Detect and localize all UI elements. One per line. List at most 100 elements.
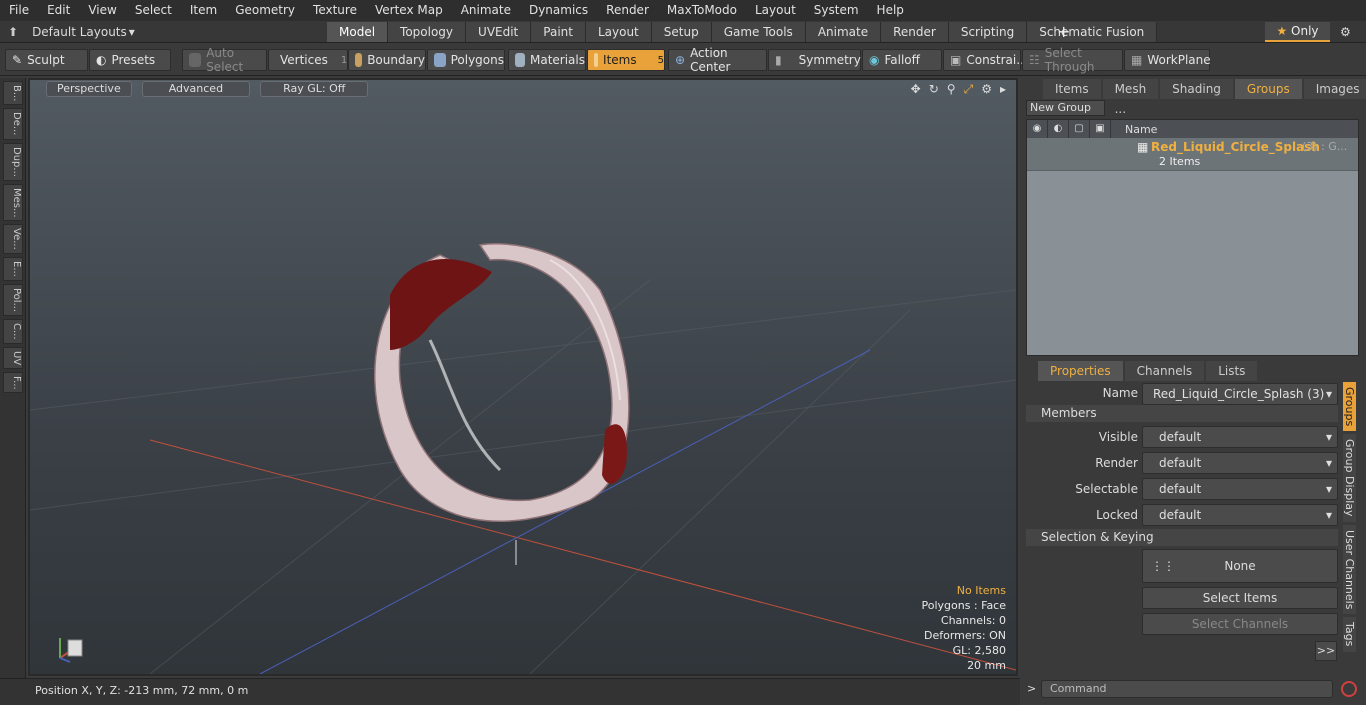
render-icon[interactable]: ◐ xyxy=(1048,120,1069,138)
left-tab-polygon[interactable]: Pol... xyxy=(3,283,23,316)
view-mode-button[interactable]: Perspective xyxy=(46,81,132,97)
menu-view[interactable]: View xyxy=(79,0,125,21)
tab-items[interactable]: Items xyxy=(1043,79,1101,99)
falloff-button[interactable]: ◉ Falloff xyxy=(862,49,942,71)
tab-model[interactable]: Model xyxy=(327,22,389,42)
selection-keying-section[interactable]: Selection & Keying xyxy=(1026,529,1338,546)
tab-setup[interactable]: Setup xyxy=(651,22,712,42)
menu-select[interactable]: Select xyxy=(126,0,181,21)
select-icon[interactable]: ▢ xyxy=(1069,120,1090,138)
left-tab-vertex[interactable]: Ve... xyxy=(3,224,23,255)
tab-game-tools[interactable]: Game Tools xyxy=(711,22,806,42)
left-tab-curve[interactable]: C... xyxy=(3,318,23,344)
menu-dynamics[interactable]: Dynamics xyxy=(520,0,597,21)
side-tab-group-display[interactable]: Group Display xyxy=(1343,434,1356,522)
menu-geometry[interactable]: Geometry xyxy=(226,0,304,21)
tab-mesh[interactable]: Mesh ... xyxy=(1102,79,1159,116)
left-tab-edge[interactable]: E... xyxy=(3,257,23,281)
name-field[interactable]: Red_Liquid_Circle_Splash (3) xyxy=(1142,383,1338,405)
menu-system[interactable]: System xyxy=(805,0,868,21)
add-tab-icon[interactable]: + xyxy=(1057,21,1070,43)
new-group-button[interactable]: New Group xyxy=(1026,100,1105,116)
fit-view-icon[interactable]: ⤢ xyxy=(964,82,974,97)
locked-select[interactable]: default xyxy=(1142,504,1338,526)
sculpt-button[interactable]: ✎ Sculpt xyxy=(5,49,88,71)
menu-maxtomodo[interactable]: MaxToModo xyxy=(658,0,746,21)
viewport-3d[interactable]: Perspective Advanced Ray GL: Off ✥ ↻ ⚲ ⤢… xyxy=(30,80,1016,674)
lock-icon[interactable]: ▣ xyxy=(1090,120,1111,138)
left-tab-basic[interactable]: B... xyxy=(3,81,23,106)
viewport-settings-icon[interactable]: ⚙ xyxy=(981,82,992,97)
move-view-icon[interactable]: ✥ xyxy=(911,82,921,97)
record-icon[interactable] xyxy=(1341,681,1357,697)
tab-schematic-fusion[interactable]: Schematic Fusion xyxy=(1027,22,1158,42)
left-tab-duplicate[interactable]: Dup... xyxy=(3,142,23,181)
only-toggle[interactable]: ★ Only xyxy=(1265,22,1330,42)
left-tab-deform[interactable]: De... xyxy=(3,108,23,140)
groups-list-header: ◉ ◐ ▢ ▣ Name xyxy=(1027,120,1358,138)
collapse-arrow-icon[interactable]: ⬆ xyxy=(8,25,18,39)
keying-none-button[interactable]: ⋮⋮ None xyxy=(1142,549,1338,583)
materials-button[interactable]: Materials xyxy=(508,49,586,71)
select-channels-button[interactable]: Select Channels xyxy=(1142,613,1338,635)
tab-channels[interactable]: Channels xyxy=(1124,361,1205,381)
side-tab-tags[interactable]: Tags xyxy=(1343,617,1356,652)
tab-topology[interactable]: Topology xyxy=(388,22,467,42)
members-section[interactable]: Members xyxy=(1026,405,1338,422)
select-items-button[interactable]: Select Items xyxy=(1142,587,1338,609)
group-row[interactable]: ▦ Red_Liquid_Circle_Splash (3) : G... 2 … xyxy=(1027,138,1358,171)
gear-icon[interactable]: ⚙ xyxy=(1340,22,1351,42)
raygl-button[interactable]: Ray GL: Off xyxy=(260,81,369,97)
left-tab-uv[interactable]: UV xyxy=(3,346,23,369)
items-button[interactable]: Items 5 xyxy=(587,49,665,71)
visible-label: Visible xyxy=(1098,430,1138,444)
boundary-button[interactable]: Boundary xyxy=(348,49,426,71)
tab-lists[interactable]: Lists xyxy=(1206,361,1258,381)
side-tab-user-channels[interactable]: User Channels xyxy=(1343,524,1356,615)
left-tab-fusion[interactable]: F... xyxy=(3,371,23,394)
viewport-more-icon[interactable]: ▸ xyxy=(1000,82,1006,97)
selectable-label: Selectable xyxy=(1075,482,1138,496)
layout-selector[interactable]: ⬆ Default Layouts ▾ xyxy=(8,21,135,43)
selectable-select[interactable]: default xyxy=(1142,478,1338,500)
menu-help[interactable]: Help xyxy=(868,0,913,21)
tab-render[interactable]: Render xyxy=(881,22,949,42)
menu-layout[interactable]: Layout xyxy=(746,0,805,21)
menu-vertex-map[interactable]: Vertex Map xyxy=(366,0,452,21)
constraints-button[interactable]: ▣ Constrai... xyxy=(943,49,1028,71)
polygons-button[interactable]: Polygons xyxy=(427,49,505,71)
menu-animate[interactable]: Animate xyxy=(452,0,520,21)
menu-file[interactable]: File xyxy=(0,0,38,21)
rotate-view-icon[interactable]: ↻ xyxy=(929,82,939,97)
tab-animate[interactable]: Animate xyxy=(805,22,882,42)
auto-select-button[interactable]: Auto Select xyxy=(182,46,267,74)
name-column-header[interactable]: Name xyxy=(1111,123,1157,136)
action-center-button[interactable]: ⊕ Action Center xyxy=(668,46,767,74)
tab-scripting[interactable]: Scripting xyxy=(948,22,1028,42)
tab-images[interactable]: Images xyxy=(1303,79,1366,99)
eye-icon[interactable]: ◉ xyxy=(1027,120,1048,138)
command-input[interactable]: Command xyxy=(1041,680,1333,698)
zoom-view-icon[interactable]: ⚲ xyxy=(947,82,956,97)
presets-button[interactable]: ◐ Presets xyxy=(89,49,171,71)
shading-mode-button[interactable]: Advanced xyxy=(141,81,251,97)
tab-uvedit[interactable]: UVEdit xyxy=(466,22,532,42)
tab-properties[interactable]: Properties xyxy=(1038,361,1123,381)
tab-paint[interactable]: Paint xyxy=(531,22,586,42)
more-button[interactable]: >> xyxy=(1315,641,1337,661)
workplane-button[interactable]: ▦ WorkPlane xyxy=(1124,49,1211,71)
render-select[interactable]: default xyxy=(1142,452,1338,474)
visible-select[interactable]: default xyxy=(1142,426,1338,448)
side-tab-groups[interactable]: Groups xyxy=(1343,382,1356,432)
menu-render[interactable]: Render xyxy=(597,0,658,21)
tab-groups[interactable]: Groups xyxy=(1234,79,1302,99)
menu-edit[interactable]: Edit xyxy=(38,0,79,21)
menu-item[interactable]: Item xyxy=(181,0,226,21)
select-through-button[interactable]: ☷ Select Through xyxy=(1022,46,1123,74)
tab-shading[interactable]: Shading xyxy=(1160,79,1233,99)
symmetry-button[interactable]: ▮ Symmetry xyxy=(768,49,861,71)
tab-layout[interactable]: Layout xyxy=(585,22,652,42)
menu-texture[interactable]: Texture xyxy=(304,0,366,21)
left-tab-mesh[interactable]: Mes... xyxy=(3,183,23,222)
vertices-button[interactable]: Vertices 1 xyxy=(268,49,348,71)
